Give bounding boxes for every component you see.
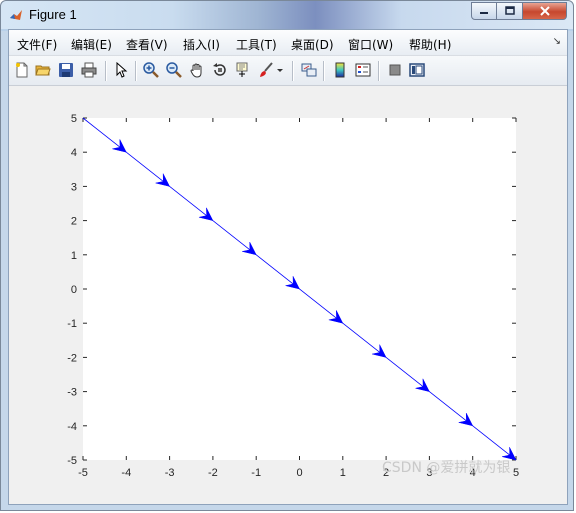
menu-desktop[interactable]: 桌面(D) — [291, 36, 334, 53]
brush-icon[interactable] — [257, 61, 275, 79]
pan-hand-icon[interactable] — [188, 61, 206, 79]
minimize-icon — [480, 12, 488, 14]
zoom-out-icon[interactable] — [165, 61, 183, 79]
edit-plot-arrow-icon[interactable] — [112, 61, 130, 79]
menu-view[interactable]: 查看(V) — [126, 36, 168, 53]
menu-file[interactable]: 文件(F) — [17, 36, 57, 53]
y-tick-label: 5 — [71, 113, 77, 125]
y-tick-label: -5 — [67, 455, 77, 467]
menu-window[interactable]: 窗口(W) — [348, 36, 393, 53]
menu-dock-arrow-icon[interactable]: ↘ — [553, 36, 561, 47]
figure-window: Figure 1 文件(F) 编辑(E) 查看(V) 插入(I) 工具(T) 桌… — [0, 0, 574, 511]
plot-area: -5 -4 -3 -2 -1 0 1 2 3 4 5 -5 -4 -3 -2 -1 0 1 2 3 4 5 — [9, 87, 567, 504]
x-tick-label: -2 — [208, 467, 218, 479]
menu-tools[interactable]: 工具(T) — [236, 36, 277, 53]
data-cursor-icon[interactable] — [234, 61, 252, 79]
x-tick-label: 1 — [340, 467, 346, 479]
menu-bar: 文件(F) 编辑(E) 查看(V) 插入(I) 工具(T) 桌面(D) 窗口(W… — [9, 30, 567, 56]
toolbar-separator — [292, 61, 294, 81]
new-figure-icon[interactable] — [13, 61, 31, 79]
menu-insert[interactable]: 插入(I) — [183, 36, 220, 53]
x-tick-label: -5 — [78, 467, 88, 479]
figure-client-area: 文件(F) 编辑(E) 查看(V) 插入(I) 工具(T) 桌面(D) 窗口(W… — [8, 29, 568, 505]
toolbar-separator — [378, 61, 380, 81]
x-tick-label: 5 — [513, 467, 519, 479]
title-bar[interactable]: Figure 1 — [1, 1, 573, 29]
toolbar-separator — [135, 61, 137, 81]
colorbar-icon[interactable] — [331, 61, 349, 79]
brush-dropdown-icon[interactable] — [275, 61, 285, 79]
y-tick-label: 0 — [71, 284, 77, 296]
matlab-logo-icon — [10, 10, 22, 20]
menu-edit[interactable]: 编辑(E) — [71, 36, 112, 53]
y-tick-label: 4 — [71, 147, 77, 159]
zoom-in-icon[interactable] — [142, 61, 160, 79]
link-plot-icon[interactable] — [300, 61, 318, 79]
toolbar-separator — [105, 61, 107, 81]
y-tick-label: 2 — [71, 216, 77, 228]
caption-buttons — [471, 2, 567, 21]
toolbar-separator — [323, 61, 325, 81]
y-tick-label: -2 — [67, 352, 77, 364]
maximize-button[interactable] — [497, 2, 523, 20]
x-tick-label: -3 — [165, 467, 175, 479]
print-icon[interactable] — [80, 61, 98, 79]
rotate-3d-icon[interactable] — [211, 61, 229, 79]
open-file-icon[interactable] — [34, 61, 52, 79]
save-icon[interactable] — [57, 61, 75, 79]
y-tick-label: -3 — [67, 387, 77, 399]
hide-plot-tools-icon[interactable] — [386, 61, 404, 79]
y-tick-label: -4 — [67, 421, 77, 433]
x-tick-label: 0 — [296, 467, 302, 479]
y-tick-label: 1 — [71, 250, 77, 262]
y-tick-label: 3 — [71, 181, 77, 193]
y-tick-label: -1 — [67, 318, 77, 330]
figure-toolbar — [9, 56, 567, 86]
close-icon — [539, 6, 550, 16]
x-tick-label: -4 — [121, 467, 131, 479]
menu-help[interactable]: 帮助(H) — [409, 36, 451, 53]
csdn-watermark: CSDN @爱拼就为银 — [382, 460, 511, 476]
show-plot-tools-icon[interactable] — [408, 61, 426, 79]
legend-icon[interactable] — [354, 61, 372, 79]
minimize-button[interactable] — [471, 2, 497, 20]
maximize-icon — [504, 6, 515, 15]
window-title: Figure 1 — [29, 7, 77, 22]
quiver-chart[interactable]: -5 -4 -3 -2 -1 0 1 2 3 4 5-5-4-3-2-1012345 — [9, 87, 567, 504]
close-button[interactable] — [523, 2, 567, 20]
x-tick-label: -1 — [251, 467, 261, 479]
